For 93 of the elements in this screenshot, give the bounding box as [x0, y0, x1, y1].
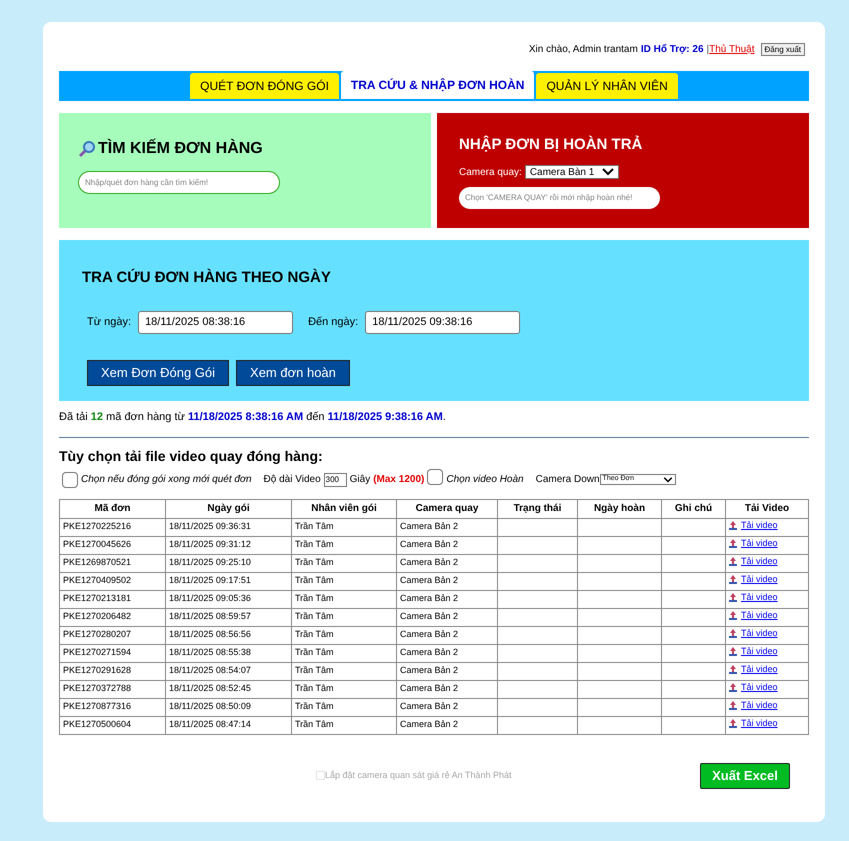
table-cell: Trần Tâm — [292, 608, 396, 626]
table-cell: 18/11/2025 08:59:57 — [166, 608, 292, 626]
length-field[interactable]: 300 — [324, 472, 347, 486]
table-cell: PKE1270213181 — [60, 590, 166, 608]
table-cell: Camera Bản 2 — [396, 608, 498, 626]
table-cell: 18/11/2025 08:47:14 — [166, 716, 292, 734]
table-cell: Trần Tâm — [292, 716, 396, 734]
table-cell: Camera Bản 2 — [396, 572, 498, 590]
table-cell: 18/11/2025 09:05:36 — [166, 590, 292, 608]
camera-down-label: Camera Down — [536, 473, 600, 487]
column-header: Mã đơn — [60, 499, 166, 518]
table-cell: 18/11/2025 09:31:12 — [166, 536, 292, 554]
table-cell: 18/11/2025 08:56:56 — [166, 626, 292, 644]
table-cell: Trần Tâm — [292, 518, 396, 536]
table-cell: 18/11/2025 09:17:51 — [166, 572, 292, 590]
panel-title: TÌM KIẾM ĐƠN HÀNG — [98, 138, 263, 159]
column-header: Trạng thái — [498, 499, 578, 518]
column-header: Ghi chú — [662, 499, 726, 518]
checkbox-label: Chọn video Hoàn — [446, 473, 524, 487]
logout-button[interactable]: Đăng xuất — [760, 42, 805, 56]
table-cell: 18/11/2025 08:54:07 — [166, 662, 292, 680]
table-cell: Camera Bản 2 — [396, 554, 498, 572]
tab[interactable]: QUÉT ĐƠN ĐÓNG GÓI — [190, 73, 339, 99]
table-cell: Trần Tâm — [292, 536, 396, 554]
table-cell: Camera Bản 2 — [396, 536, 498, 554]
table-cell: PKE1270500604 — [60, 716, 166, 734]
caret-icon — [602, 168, 614, 176]
table-cell: PKE1270409502 — [60, 572, 166, 590]
view-button[interactable]: Xem đơn hoàn — [236, 360, 350, 386]
table-cell: PKE1269870521 — [60, 554, 166, 572]
column-header: Tải Video — [726, 499, 808, 518]
greeting-text: Xin chào, Admin trantam — [528, 42, 638, 56]
tab[interactable]: TRA CỨU & NHẬP ĐƠN HOÀN — [340, 71, 534, 99]
table-cell: PKE1270271594 — [60, 644, 166, 662]
table-cell: Camera Bản 2 — [396, 680, 498, 698]
magnifier-icon — [78, 140, 96, 158]
table-cell: PKE1270045626 — [60, 536, 166, 554]
tab[interactable]: QUẢN LÝ NHÂN VIÊN — [536, 73, 678, 99]
checkbox-label: Chọn nếu đóng gói xong mới quét đơn — [81, 473, 252, 487]
table-cell: Camera Bản 2 — [396, 518, 498, 536]
camera-select[interactable]: Camera Bàn 1 — [524, 165, 619, 179]
table-cell: Camera Bản 2 — [396, 662, 498, 680]
table-cell: Trần Tâm — [292, 626, 396, 644]
table-cell: Trần Tâm — [292, 590, 396, 608]
search-field[interactable]: Nhập/quét đơn hàng cần tìm kiếm! — [78, 171, 280, 194]
panel-title: TRA CỨU ĐƠN HÀNG THEO NGÀY — [82, 268, 332, 288]
table-cell: Trần Tâm — [292, 662, 396, 680]
table-cell: Trần Tâm — [292, 554, 396, 572]
length-label: Độ dài Video — [264, 473, 321, 487]
support-id-text: ID Hổ Trợ: 26 — [640, 42, 704, 56]
separator-text: | — [706, 42, 710, 56]
caret-icon — [662, 476, 673, 482]
to-date-field[interactable]: 18/11/2025 09:38:16 — [365, 310, 520, 334]
column-header: Ngày gói — [166, 499, 292, 518]
table-cell: Camera Bản 2 — [396, 716, 498, 734]
table-cell: Camera Bản 2 — [396, 626, 498, 644]
summary-text: Đã tải 12 mã đơn hàng từ 11/18/2025 8:38:16 AM đến 11/18/2025 9:38:16 AM. — [59, 409, 809, 438]
unit-label: Giây — [350, 473, 370, 487]
table-cell: 18/11/2025 08:50:09 — [166, 698, 292, 716]
from-date-field[interactable]: 18/11/2025 08:38:16 — [138, 310, 294, 334]
broken-image-icon — [316, 771, 325, 780]
max-note: (Max 1200) — [373, 473, 424, 487]
checkbox[interactable] — [427, 469, 444, 485]
table-cell: Camera Bản 2 — [396, 698, 498, 716]
table-cell: PKE1270206482 — [60, 608, 166, 626]
column-header: Camera quay — [396, 499, 498, 518]
from-date-label: Từ ngày: — [87, 314, 132, 330]
table-cell: 18/11/2025 08:52:45 — [166, 680, 292, 698]
view-button[interactable]: Xem Đơn Đóng Gói — [87, 360, 230, 386]
table-cell: Trần Tâm — [292, 680, 396, 698]
panel-title: NHẬP ĐƠN BỊ HOÀN TRẢ — [459, 134, 644, 155]
column-header: Ngày hoàn — [578, 499, 662, 518]
camera-label: Camera quay: — [459, 166, 522, 180]
table-cell: PKE1270372788 — [60, 680, 166, 698]
table-cell: PKE1270280207 — [60, 626, 166, 644]
table-cell: Camera Bản 2 — [396, 644, 498, 662]
return-order-field[interactable]: Chọn 'CAMERA QUAY' rồi mới nhập hoàn nhé! — [459, 186, 660, 208]
table-cell: Camera Bản 2 — [396, 590, 498, 608]
table-cell: Trần Tâm — [292, 644, 396, 662]
table-cell: 18/11/2025 09:36:31 — [166, 518, 292, 536]
tips-link[interactable]: Thủ Thuật — [709, 42, 755, 56]
table-cell: PKE1270877316 — [60, 698, 166, 716]
table-cell: Trần Tâm — [292, 572, 396, 590]
table-cell: PKE1270225216 — [60, 518, 166, 536]
checkbox[interactable] — [62, 472, 78, 488]
table-cell: 18/11/2025 08:55:38 — [166, 644, 292, 662]
table-cell: Trần Tâm — [292, 698, 396, 716]
image-alt-text: Lắp đặt camera quan sát giá rẻ An Thành Phát — [325, 768, 512, 782]
to-date-label: Đến ngày: — [308, 314, 358, 330]
table-cell: PKE1270291628 — [60, 662, 166, 680]
table-cell: 18/11/2025 09:25:10 — [166, 554, 292, 572]
column-header: Nhân viên gói — [292, 499, 396, 518]
options-title: Tùy chọn tải file video quay đóng hàng: — [59, 446, 324, 466]
